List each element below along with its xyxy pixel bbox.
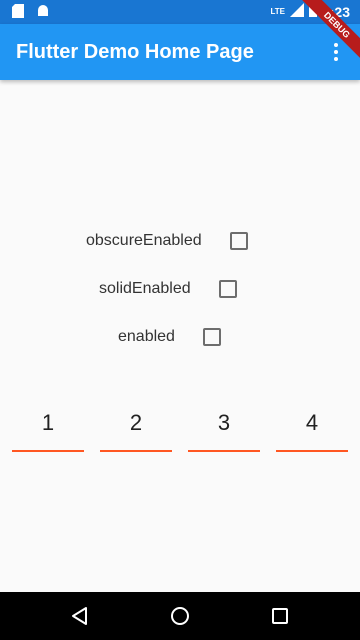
android-icon — [36, 4, 48, 18]
recents-icon — [272, 608, 288, 624]
code-digit: 4 — [305, 410, 319, 435]
back-icon — [72, 607, 87, 625]
code-digit: 3 — [217, 410, 231, 435]
code-digit: 1 — [41, 410, 55, 435]
sd-card-icon — [12, 4, 24, 18]
app-bar: Flutter Demo Home Page — [0, 24, 360, 80]
code-field-2[interactable]: 2 — [100, 400, 172, 452]
page-title: Flutter Demo Home Page — [16, 41, 254, 63]
signal-icon — [289, 3, 304, 20]
overflow-menu-button[interactable] — [324, 40, 348, 64]
recents-button[interactable] — [270, 606, 290, 626]
code-field-4[interactable]: 4 — [276, 400, 348, 452]
option-label: obscureEnabled — [86, 232, 202, 249]
option-enabled: enabled — [118, 328, 221, 346]
network-label: LTE — [270, 7, 285, 16]
enabled-checkbox[interactable] — [202, 328, 221, 346]
option-obscure-enabled: obscureEnabled — [86, 232, 248, 250]
obscure-enabled-checkbox[interactable] — [229, 232, 248, 250]
code-digit: 2 — [129, 410, 143, 435]
more-vert-dot — [334, 50, 338, 54]
solid-enabled-checkbox[interactable] — [218, 280, 237, 298]
code-field-3[interactable]: 3 — [188, 400, 260, 452]
home-icon — [171, 607, 189, 625]
code-field-1[interactable]: 1 — [12, 400, 84, 452]
option-solid-enabled: solidEnabled — [99, 280, 237, 298]
option-label: solidEnabled — [99, 280, 191, 297]
home-button[interactable] — [170, 606, 190, 626]
navigation-bar — [0, 592, 360, 640]
more-vert-dot — [334, 57, 338, 61]
option-label: enabled — [118, 328, 175, 345]
more-vert-icon — [334, 43, 338, 47]
back-button[interactable] — [70, 606, 90, 626]
